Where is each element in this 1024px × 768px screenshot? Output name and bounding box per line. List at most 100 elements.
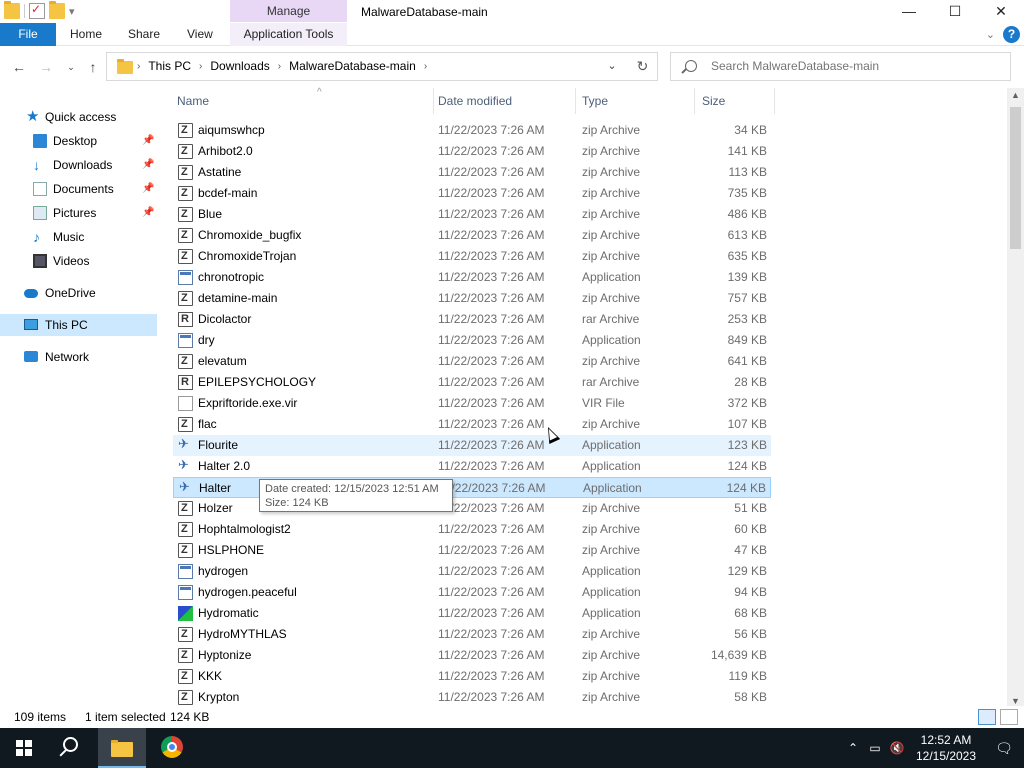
zip-file-icon [178, 351, 193, 372]
file-row[interactable]: KKK 11/22/2023 7:26 AM zip Archive 119 KB [173, 666, 771, 687]
tab-application-tools[interactable]: Application Tools [230, 23, 347, 46]
close-button[interactable]: ✕ [978, 0, 1024, 24]
file-row[interactable]: Hydromatic 11/22/2023 7:26 AM Application 6… [173, 603, 771, 624]
file-row[interactable]: Arhibot2.0 11/22/2023 7:26 AM zip Archive 1… [173, 141, 771, 162]
file-date-modified: 11/22/2023 7:26 AM [438, 291, 545, 305]
customize-toolbar-icon[interactable]: ▾ [69, 5, 75, 18]
nav-item-videos[interactable]: Videos [0, 250, 157, 272]
column-header-date[interactable]: Date modified [438, 88, 576, 114]
refresh-icon[interactable]: ↻ [628, 52, 658, 81]
address-dropdown-icon[interactable]: ⌄ [600, 59, 624, 75]
column-header-name[interactable]: Name ^ [177, 87, 434, 114]
search-input[interactable] [711, 59, 1001, 73]
file-row[interactable]: ChromoxideTrojan 11/22/2023 7:26 AM zip Ar… [173, 246, 771, 267]
volume-muted-icon[interactable]: 🔇 [886, 741, 908, 755]
nav-quick-access[interactable]: ★ Quick access [0, 106, 157, 128]
file-row[interactable]: hydrogen 11/22/2023 7:26 AM Application 129… [173, 561, 771, 582]
maximize-button[interactable]: ☐ [932, 0, 978, 24]
file-name: Astatine [198, 165, 242, 179]
vertical-scrollbar[interactable]: ▲ ▼ [1007, 88, 1024, 708]
minimize-button[interactable]: — [886, 0, 932, 24]
file-row[interactable]: aiqumswhcp 11/22/2023 7:26 AM zip Archive 3… [173, 120, 771, 141]
network-status-icon[interactable]: ▭ [864, 741, 886, 755]
scroll-down-icon[interactable]: ▼ [1007, 696, 1024, 706]
file-row[interactable]: HydroMYTHLAS 11/22/2023 7:26 AM zip Archiv… [173, 624, 771, 645]
large-icons-view-icon[interactable] [1000, 709, 1018, 725]
tab-file[interactable]: File [0, 23, 56, 46]
file-row[interactable]: Dicolactor 11/22/2023 7:26 AM rar Archive 2… [173, 309, 771, 330]
file-row[interactable]: Hyptonize 11/22/2023 7:26 AM zip Archive 14… [173, 645, 771, 666]
taskbar-search-button[interactable] [48, 728, 96, 768]
nav-item-music[interactable]: ♪ Music [0, 226, 157, 248]
scrollbar-thumb[interactable] [1010, 107, 1021, 249]
file-row[interactable]: HSLPHONE 11/22/2023 7:26 AM zip Archive 47 … [173, 540, 771, 561]
up-arrow-icon[interactable]: ↑ [83, 58, 103, 76]
file-date-modified: 11/22/2023 7:26 AM [438, 228, 545, 242]
zip-file-icon [178, 519, 193, 540]
breadcrumb-malwaredatabase-main[interactable]: MalwareDatabase-main [289, 59, 416, 73]
file-row[interactable]: flac 11/22/2023 7:26 AM zip Archive 107 KB [173, 414, 771, 435]
column-header-size[interactable]: Size [702, 88, 775, 114]
breadcrumb-downloads[interactable]: Downloads [210, 59, 269, 73]
nav-item-pictures[interactable]: Pictures 📌 [0, 202, 157, 224]
details-view-icon[interactable] [978, 709, 996, 725]
file-row[interactable]: hydrogen.peaceful 11/22/2023 7:26 AM Appli… [173, 582, 771, 603]
file-row[interactable]: Expriftoride.exe.vir 11/22/2023 7:26 AM VI… [173, 393, 771, 414]
scroll-up-icon[interactable]: ▲ [1007, 90, 1024, 100]
nav-item-documents[interactable]: Documents 📌 [0, 178, 157, 200]
file-row[interactable]: dry 11/22/2023 7:26 AM Application 849 KB [173, 330, 771, 351]
file-date-modified: 11/22/2023 7:26 AM [438, 459, 545, 473]
file-row[interactable]: Krypton 11/22/2023 7:26 AM zip Archive 58 K… [173, 687, 771, 708]
file-row[interactable]: chronotropic 11/22/2023 7:26 AM Applicatio… [173, 267, 771, 288]
file-row[interactable]: elevatum 11/22/2023 7:26 AM zip Archive 641… [173, 351, 771, 372]
pin-icon[interactable]: 📌 [142, 202, 154, 224]
file-row[interactable]: bcdef-main 11/22/2023 7:26 AM zip Archive 7… [173, 183, 771, 204]
pin-icon[interactable]: 📌 [142, 130, 154, 152]
pin-icon[interactable]: 📌 [142, 178, 154, 200]
nav-label: Pictures [53, 206, 97, 220]
file-name: Halter [199, 481, 232, 495]
forward-arrow-icon[interactable]: → [36, 58, 56, 76]
start-button[interactable] [0, 728, 48, 768]
nav-this-pc[interactable]: This PC [0, 314, 157, 336]
chevron-right-icon[interactable]: › [199, 61, 202, 72]
taskbar-file-explorer[interactable] [98, 728, 146, 768]
file-size: 613 KB [727, 228, 767, 242]
breadcrumb-this-pc[interactable]: This PC [148, 59, 191, 73]
nav-onedrive[interactable]: OneDrive [0, 282, 157, 304]
back-arrow-icon[interactable]: ← [9, 58, 29, 76]
pin-icon[interactable]: 📌 [142, 154, 154, 176]
file-row[interactable]: Chromoxide_bugfix 11/22/2023 7:26 AM zip A… [173, 225, 771, 246]
file-row[interactable]: EPILEPSYCHOLOGY 11/22/2023 7:26 AM rar Arc… [173, 372, 771, 393]
chevron-right-icon[interactable]: › [137, 61, 140, 72]
file-row[interactable]: Halter 2.0 11/22/2023 7:26 AM Application 1… [173, 454, 771, 477]
column-header-type[interactable]: Type [582, 88, 695, 114]
chevron-right-icon[interactable]: › [278, 61, 281, 72]
show-hidden-icons-icon[interactable]: ⌃ [842, 741, 864, 755]
taskbar-clock[interactable]: 12:52 AM 12/15/2023 [908, 732, 984, 764]
notifications-icon[interactable]: 🗨 [984, 740, 1024, 757]
file-type: Application [582, 459, 641, 473]
file-row[interactable]: detamine-main 11/22/2023 7:26 AM zip Archi… [173, 288, 771, 309]
file-row[interactable]: Astatine 11/22/2023 7:26 AM zip Archive 113… [173, 162, 771, 183]
new-folder-icon[interactable] [49, 1, 65, 19]
nav-item-downloads[interactable]: ↓ Downloads 📌 [0, 154, 157, 176]
chevron-right-icon[interactable]: › [424, 61, 427, 72]
tab-share[interactable]: Share [128, 23, 160, 46]
tab-view[interactable]: View [187, 23, 213, 46]
nav-network[interactable]: Network [0, 346, 157, 368]
properties-icon[interactable] [29, 2, 45, 19]
app-file-icon [178, 585, 193, 600]
recent-locations-icon[interactable]: ⌄ [61, 58, 81, 76]
file-row[interactable]: Blue 11/22/2023 7:26 AM zip Archive 486 KB [173, 204, 771, 225]
taskbar-chrome[interactable] [148, 728, 196, 768]
search-box[interactable] [670, 52, 1011, 81]
tab-home[interactable]: Home [70, 23, 102, 46]
help-icon[interactable]: ? [1003, 26, 1020, 43]
expand-ribbon-icon[interactable]: ⌄ [986, 28, 995, 41]
file-row[interactable]: Hophtalmologist2 11/22/2023 7:26 AM zip Ar… [173, 519, 771, 540]
address-bar[interactable]: › This PC › Downloads › MalwareDatabase-… [106, 52, 658, 81]
nav-item-desktop[interactable]: Desktop 📌 [0, 130, 157, 152]
file-row[interactable]: Flourite 11/22/2023 7:26 AM Application 123… [173, 433, 771, 456]
manage-context-tab[interactable]: Manage [230, 0, 347, 22]
